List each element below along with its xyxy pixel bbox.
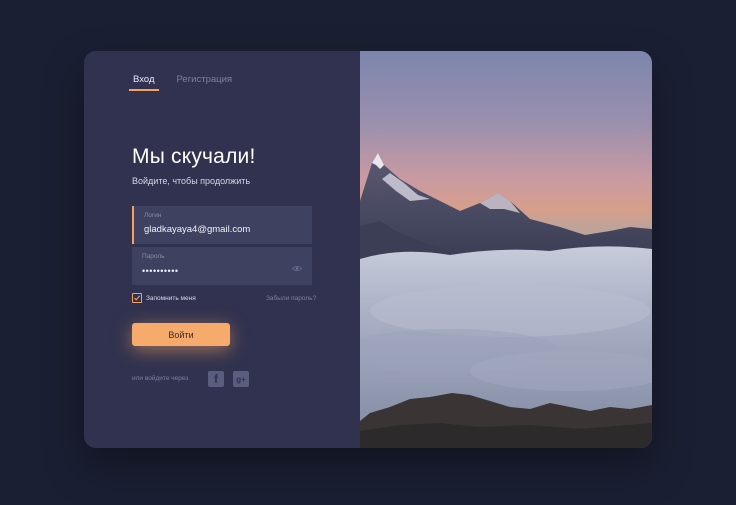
eye-icon[interactable] [292, 265, 302, 272]
login-panel: Вход Регистрация Мы скучали! Войдите, чт… [84, 51, 360, 448]
hero-image [360, 51, 652, 448]
forgot-password-link[interactable]: Забыли пароль? [266, 295, 316, 302]
tab-register[interactable]: Регистрация [177, 74, 233, 91]
checkmark-icon [134, 295, 141, 301]
page-title: Мы скучали! [132, 145, 256, 168]
login-field-value[interactable]: gladkayaya4@gmail.com [144, 224, 250, 235]
page-subtitle: Войдите, чтобы продолжить [132, 176, 251, 186]
remember-label: Запомнить меня [146, 294, 196, 302]
login-button[interactable]: Войти [132, 323, 230, 346]
remember-checkbox[interactable] [132, 293, 142, 303]
social-login-label: или войдите через [132, 375, 189, 382]
auth-tabs: Вход Регистрация [129, 74, 233, 91]
facebook-icon[interactable]: f [208, 371, 224, 387]
password-field-value[interactable]: •••••••••• [142, 266, 179, 276]
login-field-label: Логин [144, 212, 162, 219]
tab-login[interactable]: Вход [129, 74, 159, 91]
google-plus-icon[interactable]: g+ [233, 371, 249, 387]
login-card: Вход Регистрация Мы скучали! Войдите, чт… [84, 51, 652, 448]
mountain-landscape [360, 153, 652, 448]
password-field-label: Пароль [142, 253, 165, 260]
password-field[interactable]: Пароль •••••••••• [132, 247, 312, 285]
login-field[interactable]: Логин gladkayaya4@gmail.com [132, 206, 312, 244]
remember-me[interactable]: Запомнить меня [132, 293, 196, 303]
